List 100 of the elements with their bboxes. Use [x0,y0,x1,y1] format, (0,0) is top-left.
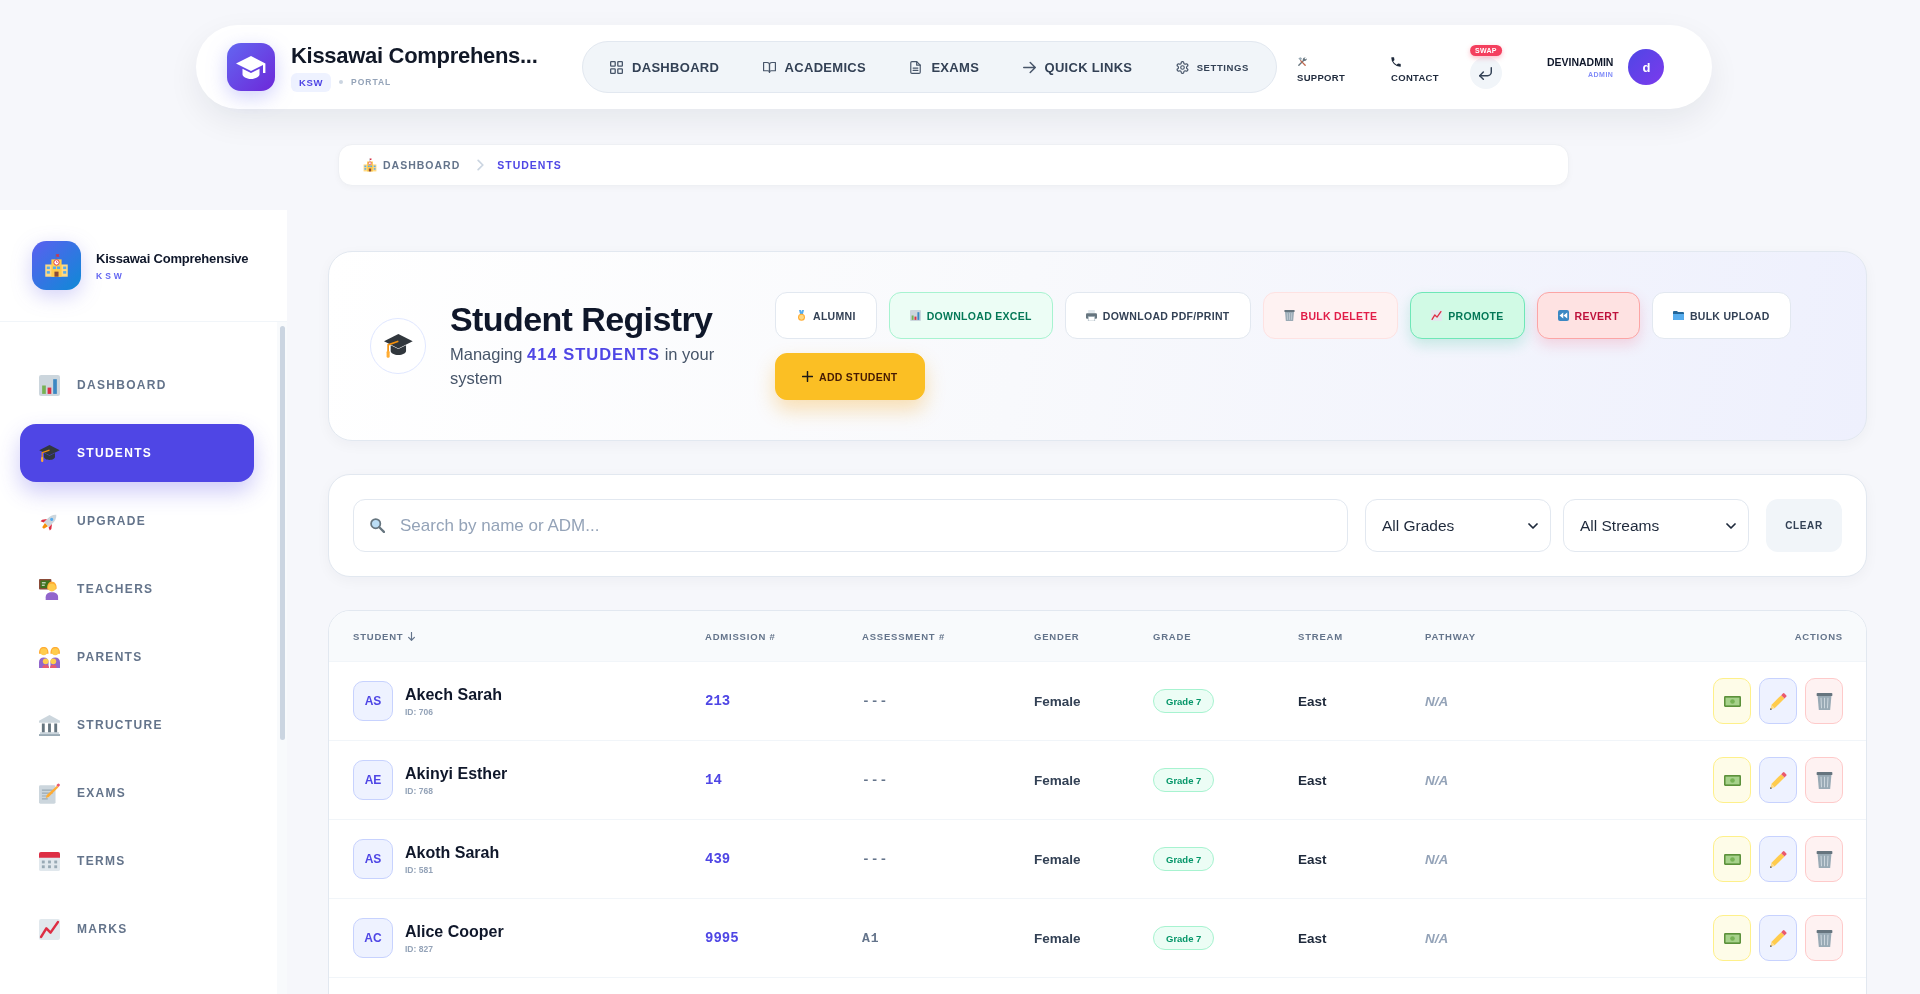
delete-button[interactable] [1805,678,1843,724]
column-header[interactable]: ASSESSMENT # [862,630,945,642]
student-name: Akech Sarah [405,685,502,704]
sidebar-item[interactable]: STRUCTURE [20,696,254,754]
family-icon [39,646,60,668]
action-button[interactable]: ALUMNI [775,292,877,339]
sidebar-item[interactable]: DASHBOARD [20,356,254,414]
pathway-text: N/A [1425,930,1449,946]
admission-number: 14 [705,772,722,788]
breadcrumb-link[interactable]: DASHBOARD [383,159,461,171]
sidebar-item[interactable]: TERMS [20,832,254,890]
chevron-down-icon [1528,522,1538,529]
grade-badge: Grade 7 [1153,768,1215,792]
payment-button[interactable] [1713,836,1751,882]
action-button[interactable]: DOWNLOAD PDF/PRINT [1064,292,1251,339]
arrow-right-icon [1022,60,1036,74]
assessment-number: --- [862,772,889,788]
school-building-icon [363,158,377,172]
search-field[interactable]: Search by name or ADM... [353,499,1348,552]
student-id: ID: 581 [405,864,434,875]
settings-icon [1175,60,1189,74]
student-id: ID: 827 [405,943,434,954]
assessment-number: --- [862,851,889,867]
action-button[interactable]: REVERT [1536,292,1640,339]
gender-text: Female [1034,930,1081,946]
stream-text: East [1298,851,1327,867]
rewind-icon [1557,310,1569,321]
separator-dot-icon [338,80,343,84]
column-header[interactable]: GRADE [1153,630,1192,642]
sidebar-item[interactable]: PARENTS [20,628,254,686]
book-icon [762,60,776,74]
action-button[interactable]: DOWNLOAD EXCEL [888,292,1053,339]
assessment-number: --- [862,693,889,709]
clear-button[interactable]: CLEAR [1766,499,1842,552]
assessment-number: A1 [862,930,880,946]
nav-link[interactable]: DASHBOARD [610,59,720,75]
nav-link[interactable]: SETTINGS [1175,60,1249,74]
portal-label: PORTAL [350,77,392,87]
delete-button[interactable] [1805,836,1843,882]
student-name: Akoth Sarah [405,843,500,862]
graduation-cap-icon [39,442,60,464]
chevron-right-icon [477,159,485,171]
nav-link[interactable]: EXAMS [909,59,980,75]
column-header[interactable]: ACTIONS [1794,630,1843,642]
search-icon [370,518,385,533]
pencil-icon [1769,692,1787,710]
delete-button[interactable] [1805,757,1843,803]
grade-badge: Grade 7 [1153,847,1215,871]
column-header[interactable]: GENDER [1034,630,1080,642]
school-name: Kissawai Comprehens... [291,42,539,69]
column-header[interactable]: ADMISSION # [705,630,776,642]
sidebar-item[interactable]: STUDENTS [20,424,254,482]
scrollbar-thumb[interactable] [280,326,285,740]
header-link[interactable]: CONTACT [1391,57,1439,83]
column-header[interactable]: STUDENT [353,630,416,642]
admission-number: 9995 [705,930,739,946]
school-code-badge: KSW [291,72,331,92]
student-id: ID: 706 [405,706,434,717]
column-header[interactable]: PATHWAY [1425,630,1476,642]
notepad-pencil-icon [39,782,60,804]
grade-badge: Grade 7 [1153,689,1215,713]
stream-select[interactable]: All Streams [1563,499,1749,552]
action-button[interactable]: BULK UPLOAD [1651,292,1791,339]
student-name: Akinyi Esther [405,764,508,783]
payment-button[interactable] [1713,757,1751,803]
sidebar-item[interactable]: EXAMS [20,764,254,822]
medal-icon [796,310,807,321]
document-icon [909,60,923,74]
gender-text: Female [1034,693,1081,709]
admission-number: 439 [705,851,731,867]
admission-number: 213 [705,693,731,709]
trash-icon [1815,771,1833,789]
line-chart-icon [39,918,60,940]
nav-link[interactable]: ACADEMICS [762,59,866,75]
payment-button[interactable] [1713,678,1751,724]
grade-select[interactable]: All Grades [1365,499,1551,552]
sidebar-item[interactable]: TEACHERS [20,560,254,618]
action-button[interactable]: ADD STUDENT [775,353,925,400]
action-button[interactable]: BULK DELETE [1262,292,1399,339]
student-id: ID: 768 [405,785,434,796]
chevron-down-icon [1726,522,1736,529]
user-avatar[interactable]: d [1628,49,1665,85]
payment-button[interactable] [1713,915,1751,961]
action-button[interactable]: PROMOTE [1410,292,1525,339]
calendar-icon [39,850,60,872]
stream-text: East [1298,772,1327,788]
printer-icon [1085,310,1097,321]
trash-icon [1283,310,1295,321]
sidebar-item[interactable]: MARKS [20,900,254,958]
delete-button[interactable] [1805,915,1843,961]
breadcrumb-current[interactable]: STUDENTS [497,159,562,171]
sidebar-item[interactable]: UPGRADE [20,492,254,550]
graduation-cap-icon [370,318,426,374]
graduation-cap-icon [227,43,275,91]
swap-button[interactable] [1469,57,1502,89]
student-avatar: AS [353,839,393,879]
column-header[interactable]: STREAM [1298,630,1343,642]
student-name: Alice Cooper [405,922,504,941]
header-link[interactable]: SUPPORT [1297,57,1346,83]
nav-link[interactable]: QUICK LINKS [1022,59,1133,75]
